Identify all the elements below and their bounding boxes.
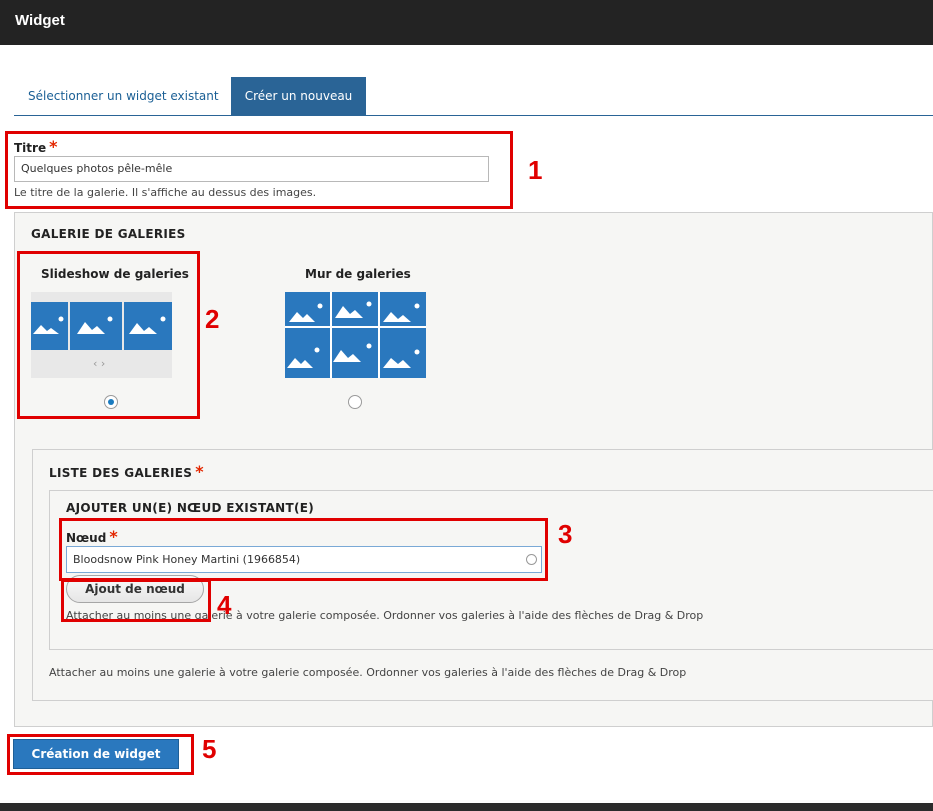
add-existing-description: Attacher au moins une galerie à votre ga…: [66, 609, 704, 622]
add-existing-node-fieldset: AJOUTER UN(E) NŒUD EXISTANT(E) Nœud * Blo…: [49, 490, 933, 650]
option-wall-radio[interactable]: [348, 395, 362, 409]
gallery-list-fieldset: LISTE DES GALERIES * AJOUTER UN(E) NŒUD E…: [32, 449, 933, 701]
autocomplete-throbber-icon: [526, 554, 537, 565]
tab-bar: Sélectionner un widget existant Créer un…: [14, 77, 933, 116]
gallery-type-legend: GALERIE DE GALERIES: [31, 227, 186, 241]
title-input[interactable]: Quelques photos pêle-mêle: [14, 156, 489, 182]
annotation-number-4: 4: [217, 590, 232, 620]
wall-thumbnail-icon: [285, 292, 426, 378]
dialog-body: Sélectionner un widget existant Créer un…: [0, 45, 933, 803]
slideshow-preview-image[interactable]: ‹ ›: [31, 292, 172, 378]
gallery-list-legend-row: LISTE DES GALERIES *: [49, 462, 204, 481]
wall-preview-image[interactable]: [285, 292, 426, 378]
create-widget-button[interactable]: Création de widget: [13, 739, 179, 769]
svg-text:‹ ›: ‹ ›: [93, 357, 105, 370]
node-autocomplete-input[interactable]: Bloodsnow Pink Honey Martini (1966854): [66, 546, 542, 573]
tab-create-new[interactable]: Créer un nouveau: [231, 77, 366, 115]
add-existing-node-legend: AJOUTER UN(E) NŒUD EXISTANT(E): [66, 501, 315, 515]
node-field-label: Nœud: [66, 531, 107, 545]
gallery-type-fieldset: GALERIE DE GALERIES LISTE DES GALERIES * …: [14, 212, 933, 727]
option-wall-label[interactable]: Mur de galeries: [305, 267, 411, 281]
node-input-value: Bloodsnow Pink Honey Martini (1966854): [73, 553, 301, 566]
title-description: Le titre de la galerie. Il s'affiche au …: [14, 186, 317, 199]
option-slideshow-radio[interactable]: [104, 395, 118, 409]
annotation-number-5: 5: [202, 734, 217, 764]
required-marker: *: [109, 527, 118, 546]
add-node-button[interactable]: Ajout de nœud: [66, 575, 204, 603]
required-marker: *: [49, 137, 58, 156]
gallery-list-description: Attacher au moins une galerie à votre ga…: [49, 666, 687, 679]
option-slideshow-label[interactable]: Slideshow de galeries: [41, 267, 189, 281]
tab-select-existing[interactable]: Sélectionner un widget existant: [14, 77, 233, 115]
annotation-number-1: 1: [528, 155, 543, 185]
gallery-list-legend: LISTE DES GALERIES: [49, 466, 193, 480]
slideshow-thumbnail-icon: ‹ ›: [31, 292, 172, 378]
title-field-label-row: Titre *: [14, 137, 57, 156]
node-field-label-row: Nœud *: [66, 527, 118, 546]
annotation-number-3: 3: [558, 519, 573, 549]
required-marker: *: [195, 462, 204, 481]
title-field-label: Titre: [14, 141, 47, 155]
annotation-number-2: 2: [205, 304, 220, 334]
dialog-title: Widget: [15, 12, 65, 29]
dialog-titlebar: Widget: [0, 0, 933, 45]
